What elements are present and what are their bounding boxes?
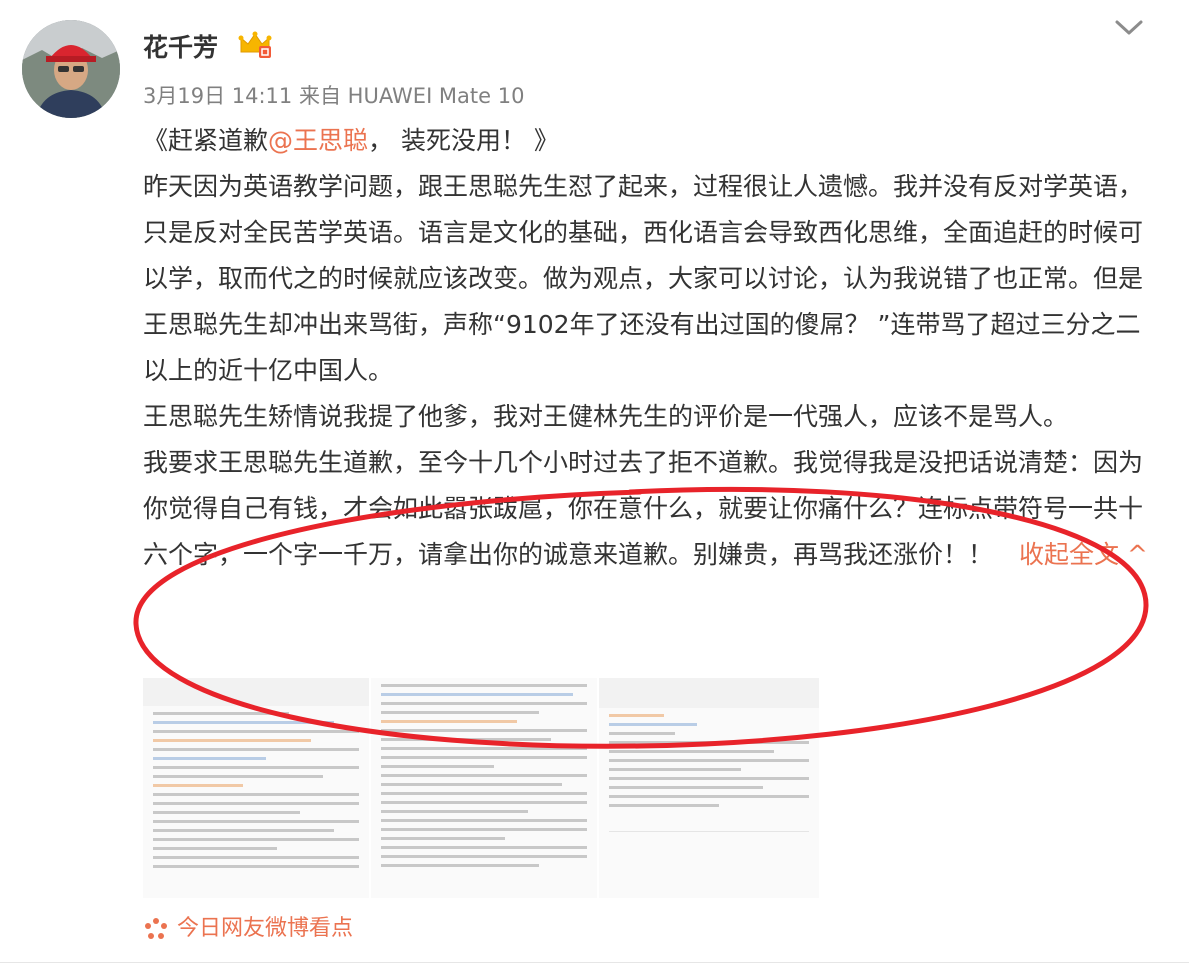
thumbnail-3[interactable] <box>599 678 819 898</box>
post-title: 《赶紧道歉@王思聪， 装死没用！ 》 <box>143 118 1148 164</box>
hotspot-label: 今日网友微博看点 <box>177 916 354 941</box>
hotspot-star-icon <box>145 918 167 939</box>
divider <box>0 962 1189 963</box>
paragraph-3-text: 我要求王思聪先生道歉，至今十几个小时过去了拒不道歉。我觉得我是没把话说清楚：因为… <box>143 448 1144 569</box>
collapse-label: 收起全文 <box>1019 540 1120 569</box>
paragraph-1: 昨天因为英语教学问题，跟王思聪先生怼了起来，过程很让人遗憾。我并没有反对学英语，… <box>143 172 1144 385</box>
chevron-up-icon: ^ <box>1126 540 1148 569</box>
source-prefix: 来自 <box>298 84 341 108</box>
title-suffix: ， 装死没用！ 》 <box>368 126 559 155</box>
chevron-down-icon[interactable] <box>1114 18 1144 38</box>
vip-crown-icon[interactable] <box>238 30 272 60</box>
hotspot-link[interactable]: 今日网友微博看点 <box>143 910 353 942</box>
post-meta: 3月19日 14:11 来自 HUAWEI Mate 10 <box>143 80 524 110</box>
avatar-photo <box>22 20 120 118</box>
post-date[interactable]: 3月19日 14:11 <box>143 84 292 108</box>
post-body: 《赶紧道歉@王思聪， 装死没用！ 》 昨天因为英语教学问题，跟王思聪先生怼了起来… <box>143 118 1148 578</box>
collapse-button[interactable]: 收起全文 ^ <box>1019 540 1148 569</box>
mention-link[interactable]: @王思聪 <box>268 126 368 155</box>
thumbnail-2[interactable] <box>371 678 597 898</box>
avatar[interactable] <box>22 20 120 118</box>
source-device[interactable]: HUAWEI Mate 10 <box>348 84 525 108</box>
title-prefix: 《赶紧道歉 <box>143 126 269 155</box>
paragraph-3: 我要求王思聪先生道歉，至今十几个小时过去了拒不道歉。我觉得我是没把话说清楚：因为… <box>143 440 1148 578</box>
thumbnail-1[interactable] <box>143 678 369 898</box>
paragraph-2: 王思聪先生矫情说我提了他爹，我对王健林先生的评价是一代强人，应该不是骂人。 <box>143 402 1069 431</box>
username[interactable]: 花千芳 <box>143 28 218 64</box>
